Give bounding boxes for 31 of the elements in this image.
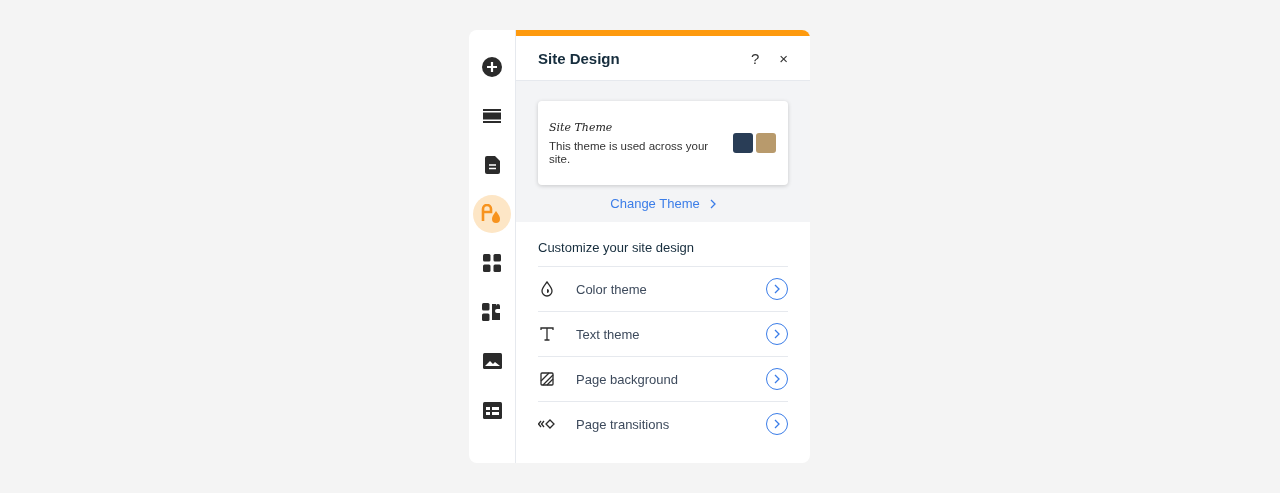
theme-description: This theme is used across your site.	[549, 139, 710, 166]
apps-icon	[483, 254, 501, 272]
text-icon	[538, 325, 556, 343]
panel-title: Site Design	[538, 49, 621, 67]
puzzle-icon	[482, 303, 502, 321]
theme-title: Site Theme	[549, 120, 614, 134]
image-icon	[482, 353, 502, 369]
option-label: Color theme	[576, 281, 648, 297]
option-label: Page transitions	[576, 416, 671, 432]
drop-icon	[538, 280, 556, 298]
arrow-button[interactable]	[766, 413, 788, 435]
sections-icon	[483, 109, 501, 123]
chevron-icon	[774, 374, 780, 384]
plus-icon	[481, 56, 503, 78]
background-icon	[538, 370, 556, 388]
chevron-icon	[774, 419, 780, 429]
option-label: Page background	[576, 371, 679, 387]
close-button[interactable]: ×	[773, 49, 794, 67]
page-icon	[484, 156, 500, 174]
table-icon	[482, 401, 502, 419]
chevron-icon	[774, 329, 780, 339]
arrow-button[interactable]	[766, 368, 788, 390]
chevron-icon	[709, 198, 716, 209]
help-button[interactable]: ?	[744, 49, 766, 67]
option-label: Text theme	[576, 326, 641, 342]
paint-drop-icon	[481, 204, 503, 224]
arrow-button[interactable]	[766, 278, 788, 300]
arrow-button[interactable]	[766, 323, 788, 345]
change-theme-link[interactable]: Change Theme	[604, 195, 722, 212]
section-title: Customize your site design	[538, 240, 788, 267]
chevron-icon	[774, 284, 780, 294]
